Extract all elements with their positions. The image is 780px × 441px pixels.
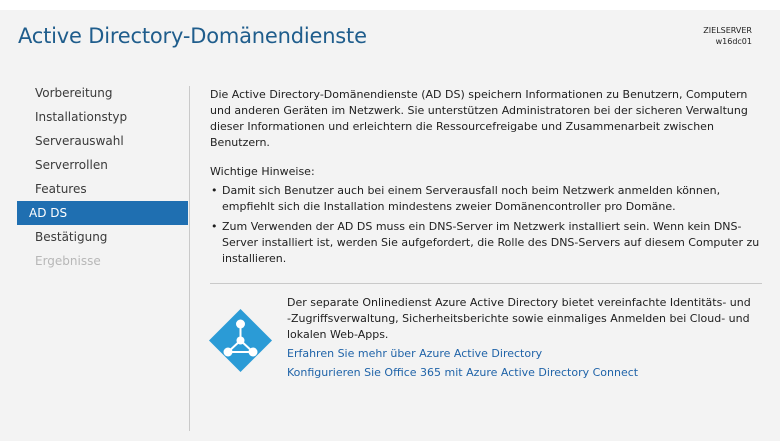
note-item: Zum Verwenden der AD DS muss ein DNS-Ser… xyxy=(210,219,762,267)
nav-item-ad-ds[interactable]: AD DS xyxy=(17,201,188,225)
notes-heading: Wichtige Hinweise: xyxy=(210,165,315,178)
target-server: ZIELSERVER w16dc01 xyxy=(703,25,752,47)
target-server-label: ZIELSERVER xyxy=(703,26,752,35)
target-server-name: w16dc01 xyxy=(715,37,752,46)
nav-item-vorbereitung[interactable]: Vorbereitung xyxy=(17,81,188,105)
learn-more-azure-link[interactable]: Erfahren Sie mehr über Azure Active Dire… xyxy=(287,346,757,362)
azure-info: Der separate Onlinedienst Azure Active D… xyxy=(287,295,757,381)
nav-item-features[interactable]: Features xyxy=(17,177,188,201)
content-pane: Die Active Directory-Domänendienste (AD … xyxy=(210,87,762,271)
page-title: Active Directory-Domänendienste xyxy=(18,24,367,48)
nav-item-serverauswahl[interactable]: Serverauswahl xyxy=(17,129,188,153)
configure-office365-link[interactable]: Konfigurieren Sie Office 365 mit Azure A… xyxy=(287,365,757,381)
nav-divider xyxy=(189,86,190,431)
nav-item-ergebnisse: Ergebnisse xyxy=(35,254,101,268)
notes-list: Damit sich Benutzer auch bei einem Serve… xyxy=(210,183,762,267)
azure-description: Der separate Onlinedienst Azure Active D… xyxy=(287,296,751,341)
nav-item-installationstyp[interactable]: Installationstyp xyxy=(17,105,188,129)
note-item: Damit sich Benutzer auch bei einem Serve… xyxy=(210,183,762,215)
nav-item-serverrollen[interactable]: Serverrollen xyxy=(17,153,188,177)
azure-active-directory-icon xyxy=(209,309,272,372)
intro-text: Die Active Directory-Domänendienste (AD … xyxy=(210,88,748,149)
top-strip xyxy=(0,0,780,10)
wizard-nav: Vorbereitung Installationstyp Serverausw… xyxy=(17,81,188,273)
section-divider xyxy=(210,283,762,284)
nav-item-bestaetigung[interactable]: Bestätigung xyxy=(17,225,188,249)
